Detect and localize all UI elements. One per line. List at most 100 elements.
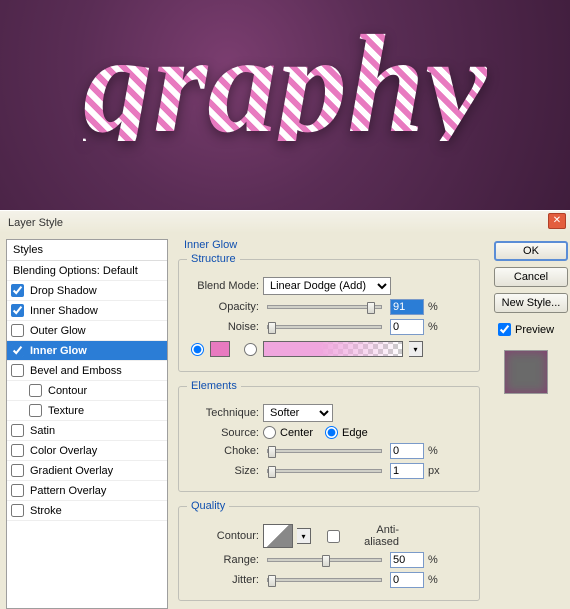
- source-edge-radio[interactable]: [325, 426, 338, 439]
- checkbox[interactable]: [11, 504, 24, 517]
- choke-input[interactable]: [390, 443, 424, 459]
- checkbox[interactable]: [11, 324, 24, 337]
- checkbox[interactable]: [11, 304, 24, 317]
- choke-slider[interactable]: [267, 449, 382, 453]
- style-outer-glow[interactable]: Outer Glow: [7, 321, 167, 341]
- style-label: Texture: [48, 405, 84, 417]
- style-inner-glow[interactable]: Inner Glow: [7, 341, 167, 361]
- blend-mode-select[interactable]: Linear Dodge (Add): [263, 277, 391, 295]
- style-drop-shadow[interactable]: Drop Shadow: [7, 281, 167, 301]
- quality-legend: Quality: [187, 500, 229, 512]
- style-label: Drop Shadow: [30, 285, 97, 297]
- preview-label: Preview: [515, 324, 554, 336]
- candy-text: graphy: [83, 29, 487, 141]
- style-bevel-emboss[interactable]: Bevel and Emboss: [7, 361, 167, 381]
- elements-legend: Elements: [187, 380, 241, 392]
- checkbox[interactable]: [11, 424, 24, 437]
- style-color-overlay[interactable]: Color Overlay: [7, 441, 167, 461]
- close-icon[interactable]: ✕: [548, 213, 566, 229]
- opacity-label: Opacity:: [187, 301, 259, 313]
- noise-slider[interactable]: [267, 325, 382, 329]
- checkbox[interactable]: [11, 344, 24, 357]
- chevron-down-icon[interactable]: ▾: [409, 341, 423, 357]
- noise-input[interactable]: [390, 319, 424, 335]
- unit: %: [428, 321, 446, 333]
- preview-checkbox[interactable]: [498, 323, 511, 336]
- jitter-input[interactable]: [390, 572, 424, 588]
- ok-button[interactable]: OK: [494, 241, 568, 261]
- style-label: Satin: [30, 425, 55, 437]
- contour-label: Contour:: [187, 530, 259, 542]
- cancel-button[interactable]: Cancel: [494, 267, 568, 287]
- structure-group: Structure Blend Mode: Linear Dodge (Add)…: [178, 253, 480, 372]
- choke-label: Choke:: [187, 445, 259, 457]
- unit: %: [428, 301, 446, 313]
- color-swatch[interactable]: [210, 341, 230, 357]
- noise-label: Noise:: [187, 321, 259, 333]
- blending-options[interactable]: Blending Options: Default: [7, 261, 167, 281]
- color-radio[interactable]: [191, 343, 204, 356]
- quality-group: Quality Contour: ▾ Anti-aliased Range: %: [178, 500, 480, 601]
- unit: px: [428, 465, 446, 477]
- style-label: Inner Glow: [30, 345, 87, 357]
- style-contour[interactable]: Contour: [7, 381, 167, 401]
- style-gradient-overlay[interactable]: Gradient Overlay: [7, 461, 167, 481]
- style-label: Bevel and Emboss: [30, 365, 122, 377]
- preview-swatch: [504, 350, 548, 394]
- new-style-button[interactable]: New Style...: [494, 293, 568, 313]
- range-slider[interactable]: [267, 558, 382, 562]
- checkbox[interactable]: [11, 364, 24, 377]
- styles-header[interactable]: Styles: [7, 240, 167, 261]
- style-label: Stroke: [30, 505, 62, 517]
- checkbox[interactable]: [29, 404, 42, 417]
- style-label: Inner Shadow: [30, 305, 98, 317]
- unit: %: [428, 445, 446, 457]
- canvas-preview: graphy: [0, 0, 570, 210]
- size-input[interactable]: [390, 463, 424, 479]
- size-slider[interactable]: [267, 469, 382, 473]
- checkbox[interactable]: [29, 384, 42, 397]
- style-inner-shadow[interactable]: Inner Shadow: [7, 301, 167, 321]
- style-stroke[interactable]: Stroke: [7, 501, 167, 521]
- elements-group: Elements Technique: Softer Source: Cente…: [178, 380, 480, 492]
- chevron-down-icon[interactable]: ▾: [297, 528, 311, 544]
- jitter-slider[interactable]: [267, 578, 382, 582]
- style-satin[interactable]: Satin: [7, 421, 167, 441]
- structure-legend: Structure: [187, 253, 240, 265]
- style-texture[interactable]: Texture: [7, 401, 167, 421]
- dialog-buttons: OK Cancel New Style... Preview: [494, 241, 570, 394]
- style-label: Outer Glow: [30, 325, 86, 337]
- technique-label: Technique:: [187, 407, 259, 419]
- checkbox[interactable]: [11, 284, 24, 297]
- style-label: Gradient Overlay: [30, 465, 113, 477]
- checkbox[interactable]: [11, 464, 24, 477]
- layer-style-dialog: Layer Style ✕ Styles Blending Options: D…: [0, 210, 570, 600]
- gradient-swatch[interactable]: [263, 341, 403, 357]
- source-edge-label: Edge: [342, 427, 368, 439]
- source-center-label: Center: [280, 427, 313, 439]
- opacity-slider[interactable]: [267, 305, 382, 309]
- technique-select[interactable]: Softer: [263, 404, 333, 422]
- dialog-title: Layer Style: [0, 211, 570, 233]
- blend-mode-label: Blend Mode:: [187, 280, 259, 292]
- section-title: Inner Glow: [178, 239, 480, 251]
- gradient-radio[interactable]: [244, 343, 257, 356]
- checkbox[interactable]: [11, 484, 24, 497]
- checkbox[interactable]: [11, 444, 24, 457]
- unit: %: [428, 574, 446, 586]
- opacity-input[interactable]: [390, 299, 424, 315]
- jitter-label: Jitter:: [187, 574, 259, 586]
- contour-picker[interactable]: [263, 524, 293, 548]
- anti-aliased-label: Anti-aliased: [344, 524, 399, 548]
- styles-list: Styles Blending Options: Default Drop Sh…: [6, 239, 168, 609]
- settings-panel: Inner Glow Structure Blend Mode: Linear …: [174, 239, 484, 609]
- source-label: Source:: [187, 427, 259, 439]
- source-center-radio[interactable]: [263, 426, 276, 439]
- range-label: Range:: [187, 554, 259, 566]
- anti-aliased-checkbox[interactable]: [327, 530, 340, 543]
- style-label: Contour: [48, 385, 87, 397]
- size-label: Size:: [187, 465, 259, 477]
- style-label: Pattern Overlay: [30, 485, 106, 497]
- style-pattern-overlay[interactable]: Pattern Overlay: [7, 481, 167, 501]
- range-input[interactable]: [390, 552, 424, 568]
